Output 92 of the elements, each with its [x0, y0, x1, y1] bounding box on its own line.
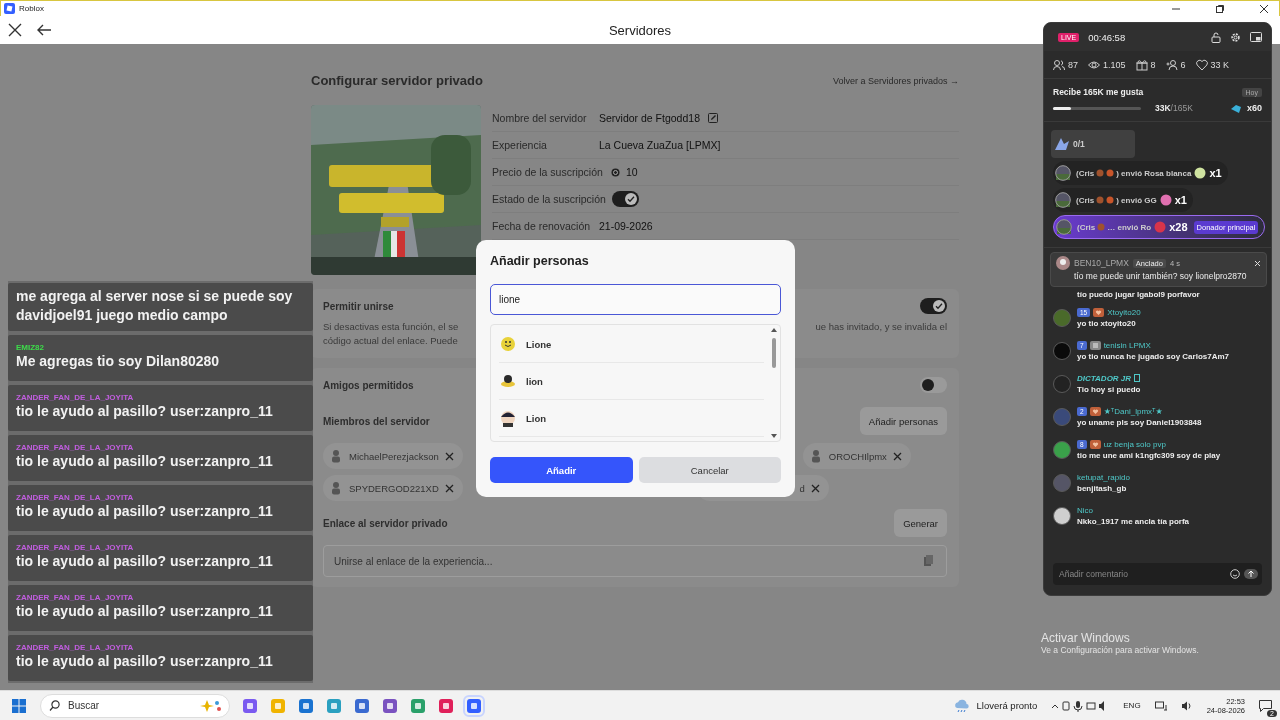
- field-value: 10: [625, 166, 638, 178]
- gift-text: ) envió GG: [1116, 195, 1157, 205]
- description-text: ue has invitado, y se invalida el: [815, 320, 947, 334]
- field-label: Nombre del servidor: [492, 112, 588, 124]
- gift-text: … envió Ro: [1107, 222, 1152, 232]
- generate-button[interactable]: Generar: [894, 509, 947, 537]
- username: ZANDER_FAN_DE_LA_JOYITA: [16, 493, 135, 502]
- username: ketupat_rapido: [1077, 472, 1130, 482]
- comment-text: tio me une ami k1ngfc309 soy de play: [1077, 450, 1221, 460]
- sender-name: (Cris: [1077, 222, 1096, 232]
- description-text: código actual del enlace. Puede: [323, 334, 459, 348]
- stat-value: 6: [1180, 59, 1186, 70]
- setting-label: Amigos permitidos: [323, 379, 414, 391]
- activation-title: Activar Windows: [1041, 631, 1131, 645]
- dialog-title: Añadir personas: [490, 254, 590, 270]
- username: Nico: [1077, 505, 1093, 515]
- language-indicator[interactable]: ENG: [1123, 701, 1141, 710]
- member-name: SPYDERGOD221XD: [349, 482, 439, 494]
- gift-count: x28: [1169, 221, 1188, 233]
- page-title: Servidores: [608, 23, 672, 38]
- field-label: Estado de la suscripción: [492, 193, 606, 205]
- message-text: tio le ayudo al pasillo? user:zanpro_11: [16, 602, 274, 621]
- stat-value: 87: [1068, 59, 1078, 70]
- sender-name: (Cris: [1076, 168, 1095, 178]
- comment-text: tío me puede unir también? soy lionelpro2870: [1074, 270, 1248, 282]
- search-result[interactable]: Lione: [499, 326, 764, 363]
- setting-label: Miembros del servidor: [323, 415, 430, 427]
- section-title: Configurar servidor privado: [311, 73, 483, 88]
- search-field[interactable]: Buscar: [40, 693, 230, 718]
- username: ZANDER_FAN_DE_LA_JOYITA: [16, 643, 135, 652]
- back-link[interactable]: Volver a Servidores privados →: [832, 75, 959, 86]
- field-label: Precio de la suscripción: [492, 166, 603, 178]
- username: ZANDER_FAN_DE_LA_JOYITA: [16, 393, 135, 402]
- message-text: me agrega al server nose si se puede soy davidjoel91 juego medio campo: [16, 287, 294, 325]
- field-value: 21-09-2026: [599, 220, 653, 232]
- weather-text[interactable]: Lloverá pronto: [976, 700, 1038, 711]
- add-button[interactable]: Añadir: [490, 457, 633, 483]
- username: ★ᵀDani_lpmxᵀ★: [1103, 406, 1163, 416]
- search-field[interactable]: lione: [490, 284, 781, 315]
- gift-count: x1: [1174, 194, 1187, 206]
- link-field[interactable]: Unirse al enlace de la experiencia...: [323, 545, 947, 577]
- message-text: tio le ayudo al pasillo? user:zanpro_11: [16, 552, 274, 571]
- username: DICTADOR JR: [1077, 373, 1132, 383]
- add-people-button[interactable]: Añadir personas: [859, 407, 947, 435]
- comment-field[interactable]: Añadir comentario: [1053, 563, 1262, 585]
- username: tenisin LPMX: [1103, 340, 1151, 350]
- comment-text: Nkko_1917 me ancla tía porfa: [1077, 516, 1190, 526]
- timer: 00:46:58: [1088, 31, 1126, 43]
- activation-text: Ve a Configuración para activar Windows.: [1041, 645, 1199, 655]
- username: BEN10_LPMX: [1074, 258, 1129, 268]
- stat-value: 1.105: [1103, 59, 1126, 70]
- message-text: Me agregas tio soy Dilan80280: [16, 352, 221, 371]
- counter-text: 0/1: [1073, 139, 1085, 149]
- goal-current: 33K: [1155, 103, 1171, 113]
- member-name: OROCHIlpmx: [828, 450, 887, 462]
- field-label: Fecha de renovación: [492, 220, 592, 232]
- comment-text: yo tio xtoyito20: [1077, 318, 1137, 328]
- username: ZANDER_FAN_DE_LA_JOYITA: [16, 443, 135, 452]
- comment-text: benjitash_gb: [1077, 483, 1128, 493]
- username: Xtoyito20: [1107, 307, 1141, 317]
- username: ZANDER_FAN_DE_LA_JOYITA: [16, 543, 135, 552]
- field-label: Experiencia: [492, 139, 548, 151]
- message-text: tio le ayudo al pasillo? user:zanpro_11: [16, 402, 274, 421]
- search-result[interactable]: Lion: [499, 400, 764, 437]
- reward-count: x60: [1246, 103, 1262, 113]
- comment-text: yo tio nunca he jugado soy Carlos7Am7: [1077, 351, 1230, 361]
- window-title: Roblox: [19, 4, 44, 13]
- message-text: tio le ayudo al pasillo? user:zanpro_11: [16, 452, 274, 471]
- goal-total: /165K: [1170, 103, 1193, 113]
- gift-count: x1: [1209, 167, 1222, 179]
- username: EMIZ82: [16, 343, 45, 352]
- member-name: d: [799, 482, 805, 494]
- setting-label: Enlace al servidor privado: [323, 517, 448, 529]
- username: uz benja solo pvp: [1103, 439, 1166, 449]
- username: ZANDER_FAN_DE_LA_JOYITA: [16, 593, 135, 602]
- setting-label: Permitir unirse: [323, 300, 394, 312]
- comment-text: yo uname pls soy Daniel1903848: [1077, 417, 1202, 427]
- goal-title: Recibe 165K me gusta: [1053, 87, 1145, 97]
- cancel-button[interactable]: Cancelar: [638, 457, 781, 483]
- sender-name: (Cris: [1076, 195, 1095, 205]
- comment-text: Tio hoy si puedo: [1077, 384, 1141, 394]
- stat-value: 8: [1150, 59, 1156, 70]
- description-text: Si desactivas esta función, el se: [323, 320, 459, 334]
- comment-text: tío puedo jugar Igabol9 porfavor: [1077, 289, 1200, 299]
- member-name: MichaelPerezjackson: [349, 450, 439, 462]
- gift-text: ) envió Rosa blanca: [1116, 168, 1192, 178]
- field-value: Servidor de Ftgodd18: [599, 112, 700, 124]
- stat-value: 33 K: [1210, 59, 1230, 70]
- field-value: La Cueva ZuaZua [LPMX]: [599, 139, 721, 151]
- search-result[interactable]: lion: [499, 363, 764, 400]
- message-text: tio le ayudo al pasillo? user:zanpro_11: [16, 502, 274, 521]
- message-text: tio le ayudo al pasillo? user:zanpro_11: [16, 652, 274, 671]
